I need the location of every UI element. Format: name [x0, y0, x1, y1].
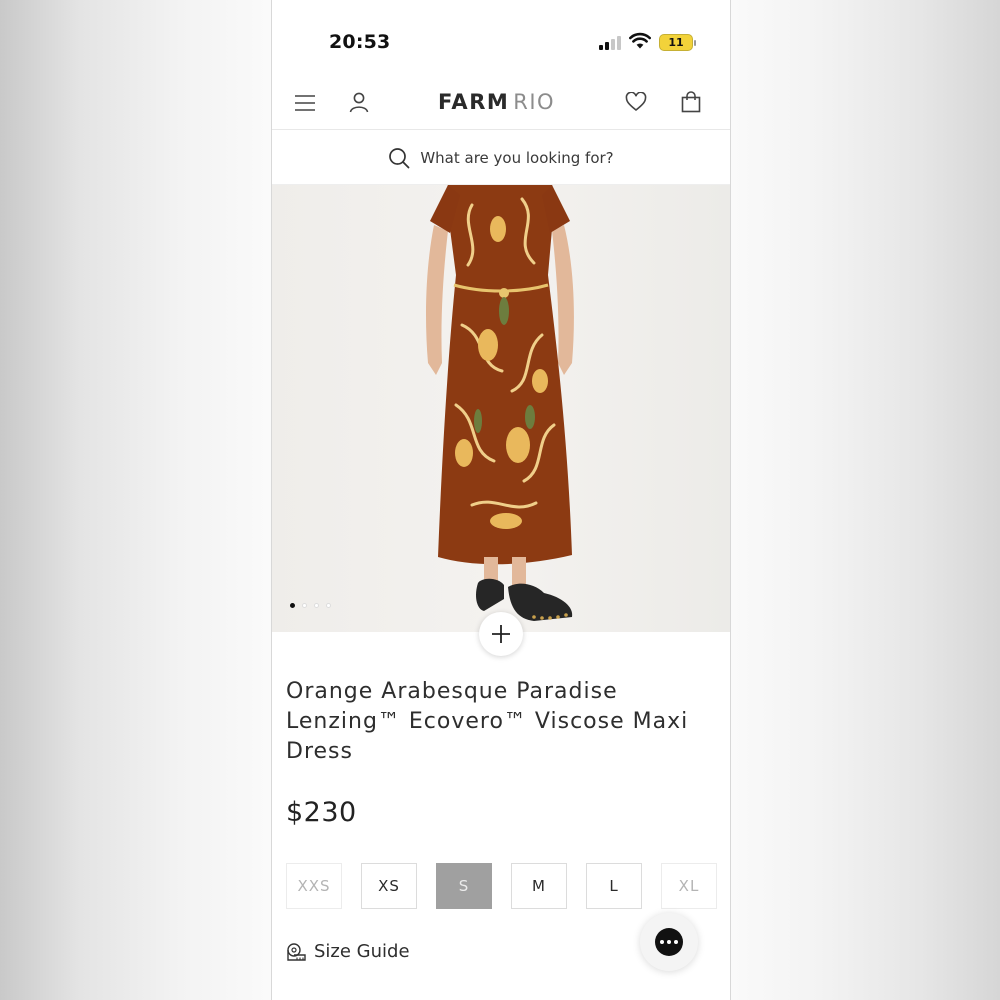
wifi-icon: [629, 32, 651, 49]
brand-name: FARM: [438, 90, 510, 114]
pagination-dot[interactable]: [326, 603, 331, 608]
wishlist-button[interactable]: [623, 89, 649, 115]
pagination-dot[interactable]: [290, 603, 295, 608]
status-bar: 20:53 11: [272, 0, 730, 80]
dress-photo: [426, 185, 574, 621]
hamburger-icon: [295, 95, 315, 111]
product-image[interactable]: [272, 185, 730, 632]
size-selector: XXS XS S M L XL: [286, 863, 718, 909]
pagination-dot[interactable]: [314, 603, 319, 608]
chat-icon: [655, 928, 683, 956]
size-option-xxs[interactable]: XXS: [286, 863, 342, 909]
search-bar[interactable]: What are you looking for?: [272, 131, 730, 185]
phone-screen: 20:53 11 FARM RIO What are you looking f…: [271, 0, 731, 1000]
chat-button[interactable]: [640, 913, 698, 971]
size-guide-link[interactable]: Size Guide: [286, 941, 410, 962]
account-button[interactable]: [346, 89, 372, 115]
user-icon: [349, 92, 369, 113]
expand-image-button[interactable]: [479, 612, 523, 656]
product-price: $230: [286, 797, 357, 828]
shopping-bag-icon: [681, 91, 701, 113]
search-input[interactable]: What are you looking for?: [420, 149, 613, 167]
status-time: 20:53: [329, 31, 391, 53]
size-option-l[interactable]: L: [586, 863, 642, 909]
size-option-s[interactable]: S: [436, 863, 492, 909]
battery-icon: 11: [659, 34, 696, 51]
size-option-xs[interactable]: XS: [361, 863, 417, 909]
site-header: FARM RIO: [272, 80, 730, 130]
bag-button[interactable]: [678, 89, 704, 115]
product-title: Orange Arabesque Paradise Lenzing™ Ecove…: [286, 679, 689, 764]
brand-suffix: RIO: [513, 90, 556, 114]
size-guide-label: Size Guide: [314, 941, 410, 962]
size-option-xl[interactable]: XL: [661, 863, 717, 909]
search-icon: [389, 147, 410, 168]
brand-logo[interactable]: FARM RIO: [438, 90, 555, 114]
gallery-pagination: [290, 603, 331, 608]
battery-level: 11: [668, 36, 684, 49]
menu-button[interactable]: [292, 90, 318, 116]
size-option-m[interactable]: M: [511, 863, 567, 909]
heart-icon: [625, 92, 647, 112]
cellular-signal-icon: [599, 36, 621, 50]
measuring-tape-icon: [287, 942, 306, 961]
plus-icon: [492, 625, 510, 643]
pagination-dot[interactable]: [302, 603, 307, 608]
